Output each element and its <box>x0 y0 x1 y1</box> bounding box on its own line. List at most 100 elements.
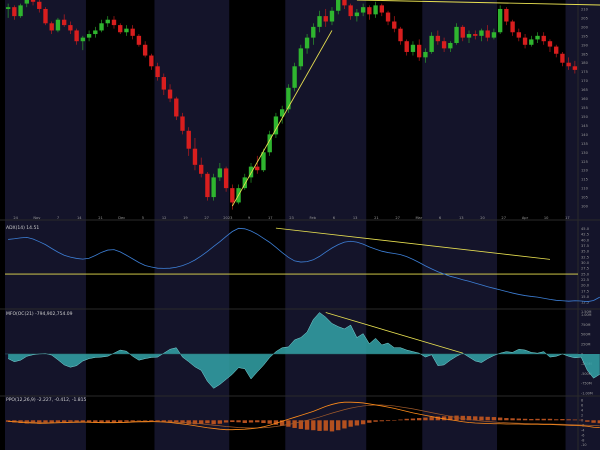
ppo-histogram-bar <box>367 420 372 423</box>
ppo-histogram-bar <box>80 420 86 422</box>
x-tick-label: 12 <box>162 216 167 220</box>
ppo-histogram-bar <box>311 420 316 431</box>
stock-chart[interactable]: 1001051101151201251301351401451501551601… <box>0 0 600 450</box>
ppo-histogram-bar <box>142 420 148 421</box>
candle-body <box>93 30 98 35</box>
ppo-y-tick: 8 <box>581 399 583 403</box>
month-band <box>422 0 498 450</box>
adx-y-tick: 22.5 <box>581 278 589 282</box>
candle-body <box>298 48 304 67</box>
x-tick-label: 23 <box>289 216 294 220</box>
ppo-histogram-bar <box>74 420 79 422</box>
price-y-tick: 165 <box>581 88 588 92</box>
ppo-histogram-bar <box>585 420 590 422</box>
price-y-tick: 130 <box>581 151 589 155</box>
mfo-y-tick: 1.00M <box>581 313 592 317</box>
adx-y-tick: 30.0 <box>581 261 590 265</box>
candle-body <box>541 35 546 42</box>
candle-body <box>99 23 104 31</box>
candle-body <box>105 19 110 24</box>
ppo-histogram-bar <box>566 419 571 421</box>
candle-body <box>373 5 378 15</box>
adx-y-tick: 35.0 <box>581 250 590 254</box>
price-y-tick: 150 <box>581 115 589 119</box>
x-tick-label: 27 <box>395 216 400 220</box>
candle-body <box>161 77 167 90</box>
ppo-histogram-bar <box>479 416 484 421</box>
candle-body <box>130 28 135 36</box>
ppo-histogram-bar <box>360 420 366 425</box>
month-band <box>285 0 367 450</box>
candle-body <box>111 19 117 26</box>
price-y-tick: 170 <box>581 79 589 83</box>
price-y-tick: 195 <box>581 34 588 38</box>
ppo-histogram-bar <box>236 420 241 423</box>
candle-body <box>68 25 73 31</box>
ppo-histogram-bar <box>547 418 553 421</box>
price-y-tick: 185 <box>581 52 588 56</box>
price-y-tick: 110 <box>581 187 589 191</box>
candle-body <box>211 177 216 198</box>
adx-y-tick: 20.0 <box>581 284 590 288</box>
adx-y-tick: 17.5 <box>581 289 589 293</box>
price-y-tick: 205 <box>581 16 588 20</box>
candle-body <box>336 0 341 11</box>
candle-body <box>43 8 48 24</box>
ppo-histogram-bar <box>329 420 335 432</box>
ppo-histogram-bar <box>429 417 434 421</box>
candle-body <box>342 0 347 6</box>
candle-body <box>192 148 198 165</box>
candle-body <box>423 51 428 58</box>
price-y-tick: 115 <box>581 178 588 182</box>
x-tick-label: 20 <box>480 216 485 220</box>
x-tick-label: 21 <box>374 216 379 220</box>
candle-body <box>554 46 559 54</box>
candle-body <box>491 32 497 38</box>
candle-body <box>180 116 185 131</box>
candle-body <box>136 35 142 45</box>
x-tick-label: 27 <box>501 216 506 220</box>
ppo-histogram-bar <box>68 420 73 422</box>
ppo-histogram-bar <box>223 420 229 423</box>
ppo-histogram-bar <box>516 418 522 421</box>
candle-body <box>205 173 210 198</box>
ppo-histogram-bar <box>55 420 61 423</box>
ppo-histogram-bar <box>323 420 328 431</box>
ppo-y-tick: 6 <box>581 404 583 408</box>
candle-body <box>410 44 416 52</box>
candle-body <box>186 130 191 149</box>
candle-body <box>441 41 447 49</box>
candle-body <box>5 7 11 9</box>
candle-body <box>398 28 403 42</box>
ppo-histogram-bar <box>504 418 509 421</box>
ppo-histogram-bar <box>404 418 409 421</box>
ppo-histogram-bar <box>292 420 297 428</box>
candle-body <box>323 16 328 22</box>
mfo-label: MFO(OC(21) -794,902,754.09 <box>6 311 73 317</box>
candle-body <box>460 26 465 38</box>
x-tick-label: Nov <box>33 216 41 220</box>
price-y-tick: 105 <box>581 196 588 200</box>
candle-body <box>292 66 297 88</box>
ppo-histogram-bar <box>211 420 216 425</box>
ppo-histogram-bar <box>560 419 565 421</box>
candle-body <box>360 7 366 13</box>
price-y-tick: 125 <box>581 160 588 164</box>
x-tick-label: 19 <box>183 216 188 220</box>
ppo-histogram-bar <box>578 419 584 421</box>
ppo-histogram-bar <box>136 420 142 421</box>
ppo-histogram-bar <box>572 419 578 421</box>
ppo-histogram-bar <box>217 420 223 424</box>
candle-body <box>311 26 316 38</box>
candle-body <box>529 39 534 45</box>
ppo-label: PPO(12,26,9) -2.227, -0.412, -1.815 <box>6 397 86 403</box>
ppo-histogram-bar <box>379 420 384 422</box>
candle-body <box>560 53 565 63</box>
candle-body <box>448 43 453 49</box>
candle-body <box>30 0 36 2</box>
ppo-histogram-bar <box>529 419 534 421</box>
candle-body <box>255 166 260 171</box>
candle-body <box>522 37 528 45</box>
candle-body <box>74 30 79 42</box>
candle-body <box>149 55 154 67</box>
